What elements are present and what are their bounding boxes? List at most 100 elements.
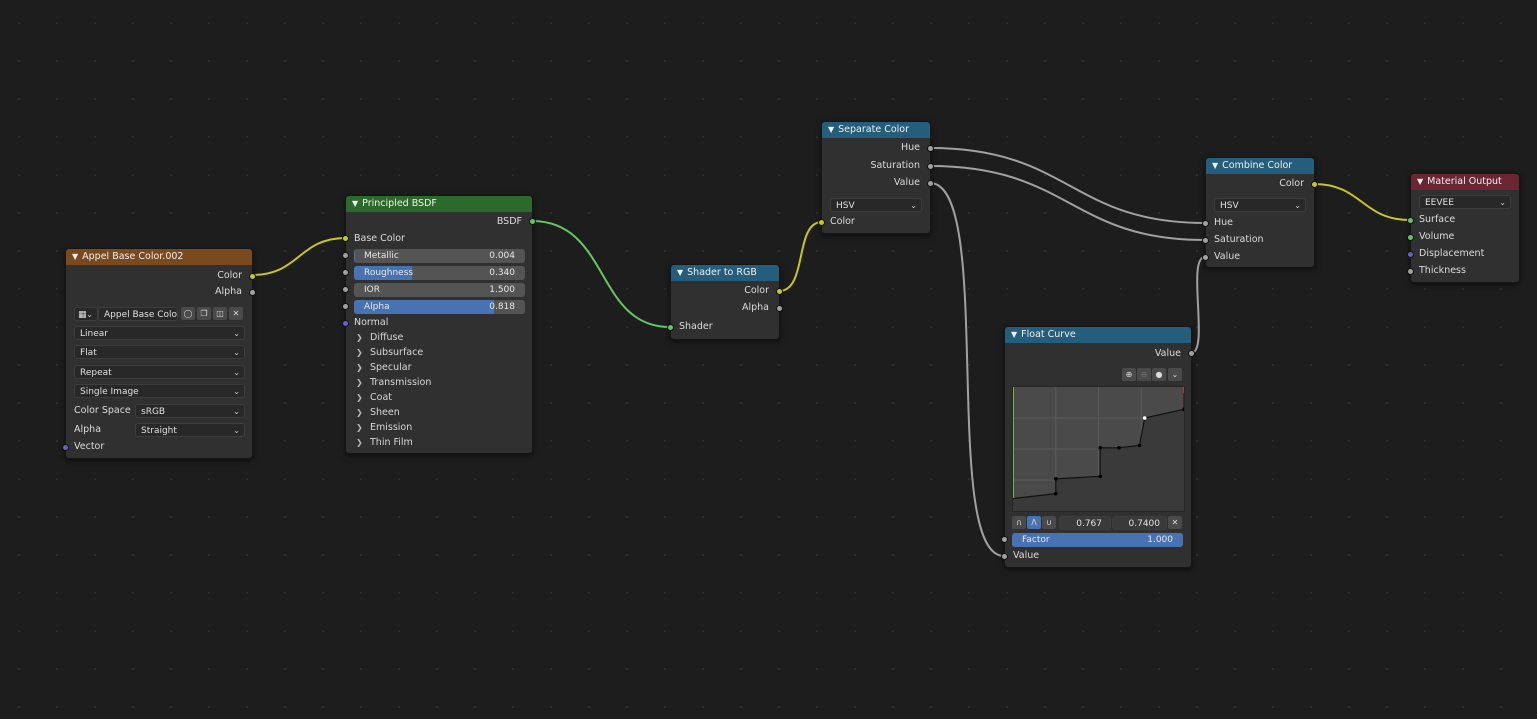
- input-displacement-socket[interactable]: [1407, 251, 1414, 258]
- panel-subsurface[interactable]: ❯ Subsurface: [356, 346, 423, 360]
- output-hue-socket[interactable]: [927, 145, 934, 152]
- collapse-chevron-icon[interactable]: ▼: [1417, 174, 1423, 190]
- input-base-color-socket[interactable]: [342, 235, 349, 242]
- input-value-socket[interactable]: [1001, 553, 1008, 560]
- image-name-field[interactable]: Appel Base Colo...: [98, 307, 178, 321]
- panel-specular[interactable]: ❯ Specular: [356, 361, 412, 375]
- collapse-chevron-icon[interactable]: ▼: [352, 196, 358, 212]
- output-alpha-socket[interactable]: [249, 289, 256, 296]
- alpha-slider[interactable]: Alpha 0.818: [354, 300, 525, 314]
- output-value-socket[interactable]: [927, 180, 934, 187]
- input-saturation-socket[interactable]: [1202, 237, 1209, 244]
- output-alpha-socket[interactable]: [776, 305, 783, 312]
- vector-handle-icon[interactable]: Λ: [1027, 516, 1041, 529]
- input-hue-socket[interactable]: [1202, 220, 1209, 227]
- output-bsdf-socket[interactable]: [529, 218, 536, 225]
- roughness-slider[interactable]: Roughness 0.340: [354, 266, 525, 280]
- clip-options-icon[interactable]: ●: [1152, 368, 1166, 381]
- fake-user-shield-icon[interactable]: ◯: [181, 307, 195, 320]
- zoom-out-icon[interactable]: ⊖: [1137, 368, 1151, 381]
- chevron-right-icon: ❯: [356, 423, 363, 432]
- input-alpha-socket[interactable]: [342, 303, 349, 310]
- principled-bsdf-node[interactable]: ▼ Principled BSDF BSDF Base Color Metalli…: [342, 195, 536, 454]
- mode-dropdown[interactable]: HSV ⌄: [830, 198, 922, 212]
- curve-point[interactable]: [1137, 443, 1142, 448]
- float-curve-node[interactable]: ▼ Float Curve Value ⊕ ⊖ ● ⌄ ∩ Λ ∪ 0.767: [1001, 326, 1195, 568]
- color-space-dropdown[interactable]: sRGB ⌄: [135, 404, 245, 418]
- curve-point[interactable]: [1098, 474, 1103, 479]
- panel-diffuse[interactable]: ❯ Diffuse: [356, 331, 403, 345]
- curve-editor[interactable]: [1012, 386, 1185, 512]
- unlink-close-icon[interactable]: ✕: [229, 307, 243, 320]
- panel-thin-film[interactable]: ❯ Thin Film: [356, 436, 413, 450]
- metallic-slider[interactable]: Metallic 0.004: [354, 249, 525, 263]
- extension-dropdown[interactable]: Repeat ⌄: [74, 365, 245, 379]
- zoom-in-icon[interactable]: ⊕: [1122, 368, 1136, 381]
- principled-bsdf-header[interactable]: ▼ Principled BSDF: [346, 196, 532, 212]
- separate-color-node[interactable]: ▼ Separate Color Hue Saturation Value HSV…: [818, 121, 934, 234]
- curve-point[interactable]: [1117, 445, 1121, 450]
- input-value-socket[interactable]: [1202, 254, 1209, 261]
- image-texture-node[interactable]: ▼ Appel Base Color.002 Color Alpha ▦ ⌄ App…: [62, 248, 256, 459]
- shader-to-rgb-node[interactable]: ▼ Shader to RGB Color Alpha Shader: [667, 264, 783, 340]
- float-curve-header[interactable]: ▼ Float Curve: [1005, 327, 1191, 343]
- delete-point-close-icon[interactable]: ✕: [1168, 516, 1182, 529]
- material-output-node[interactable]: ▼ Material Output EEVEE ⌄ Surface Volume D…: [1407, 173, 1520, 283]
- input-surface-socket[interactable]: [1407, 217, 1414, 224]
- separate-color-header[interactable]: ▼ Separate Color: [822, 122, 930, 138]
- input-volume-socket[interactable]: [1407, 234, 1414, 241]
- collapse-chevron-icon[interactable]: ▼: [828, 122, 834, 138]
- output-color-socket[interactable]: [249, 273, 256, 280]
- input-shader-socket[interactable]: [667, 324, 674, 331]
- curve-point[interactable]: [1053, 476, 1058, 481]
- collapse-chevron-icon[interactable]: ▼: [677, 265, 683, 281]
- output-value-socket[interactable]: [1188, 350, 1195, 357]
- interpolation-dropdown[interactable]: Linear ⌄: [74, 326, 245, 340]
- render-target-value: EEVEE: [1425, 198, 1454, 208]
- material-output-header[interactable]: ▼ Material Output: [1411, 174, 1519, 190]
- image-browse-button[interactable]: ▦ ⌄: [74, 307, 98, 321]
- input-vector-socket[interactable]: [62, 444, 69, 451]
- open-image-folder-icon[interactable]: ◫: [213, 307, 227, 320]
- point-x-field[interactable]: 0.767: [1059, 516, 1111, 530]
- curve-point-selected[interactable]: [1142, 416, 1147, 420]
- output-saturation-socket[interactable]: [927, 163, 934, 170]
- output-bsdf-label: BSDF: [496, 216, 522, 227]
- render-target-dropdown[interactable]: EEVEE ⌄: [1419, 195, 1511, 209]
- free-handle-icon[interactable]: ∪: [1042, 516, 1056, 529]
- combine-color-node[interactable]: ▼ Combine Color Color HSV ⌄ Hue Saturation…: [1202, 157, 1318, 268]
- mode-dropdown[interactable]: HSV ⌄: [1214, 198, 1306, 212]
- input-factor-socket[interactable]: [1001, 536, 1008, 543]
- curve-point[interactable]: [1053, 491, 1058, 496]
- point-y-field[interactable]: 0.7400: [1112, 516, 1167, 530]
- source-dropdown[interactable]: Single Image ⌄: [74, 384, 245, 398]
- input-roughness-socket[interactable]: [342, 269, 349, 276]
- curve-point[interactable]: [1098, 445, 1103, 450]
- projection-dropdown[interactable]: Flat ⌄: [74, 345, 245, 359]
- panel-transmission[interactable]: ❯ Transmission: [356, 376, 431, 390]
- input-ior-socket[interactable]: [342, 286, 349, 293]
- factor-slider[interactable]: Factor 1.000: [1012, 533, 1183, 547]
- input-normal-socket[interactable]: [342, 320, 349, 327]
- combine-color-header[interactable]: ▼ Combine Color: [1206, 158, 1314, 174]
- collapse-chevron-icon[interactable]: ▼: [72, 249, 78, 265]
- alpha-mode-dropdown[interactable]: Straight ⌄: [135, 423, 245, 437]
- collapse-chevron-icon[interactable]: ▼: [1011, 327, 1017, 343]
- new-image-icon[interactable]: ❐: [197, 307, 211, 320]
- ior-field[interactable]: IOR 1.500: [354, 283, 525, 297]
- auto-handle-icon[interactable]: ∩: [1012, 516, 1026, 529]
- input-metallic-socket[interactable]: [342, 252, 349, 259]
- panel-sheen[interactable]: ❯ Sheen: [356, 406, 400, 420]
- image-texture-header[interactable]: ▼ Appel Base Color.002: [66, 249, 252, 265]
- output-color-socket[interactable]: [776, 288, 783, 295]
- panel-emission[interactable]: ❯ Emission: [356, 421, 412, 435]
- input-thickness-socket[interactable]: [1407, 268, 1414, 275]
- shader-to-rgb-header[interactable]: ▼ Shader to RGB: [671, 265, 779, 281]
- output-color-socket[interactable]: [1311, 181, 1318, 188]
- input-color-socket[interactable]: [818, 219, 825, 226]
- curve-menu-chevron-icon[interactable]: ⌄: [1168, 368, 1182, 381]
- collapse-chevron-icon[interactable]: ▼: [1212, 158, 1218, 174]
- color-space-value: sRGB: [141, 407, 166, 417]
- curve-graph[interactable]: [1013, 387, 1184, 511]
- panel-coat[interactable]: ❯ Coat: [356, 391, 392, 405]
